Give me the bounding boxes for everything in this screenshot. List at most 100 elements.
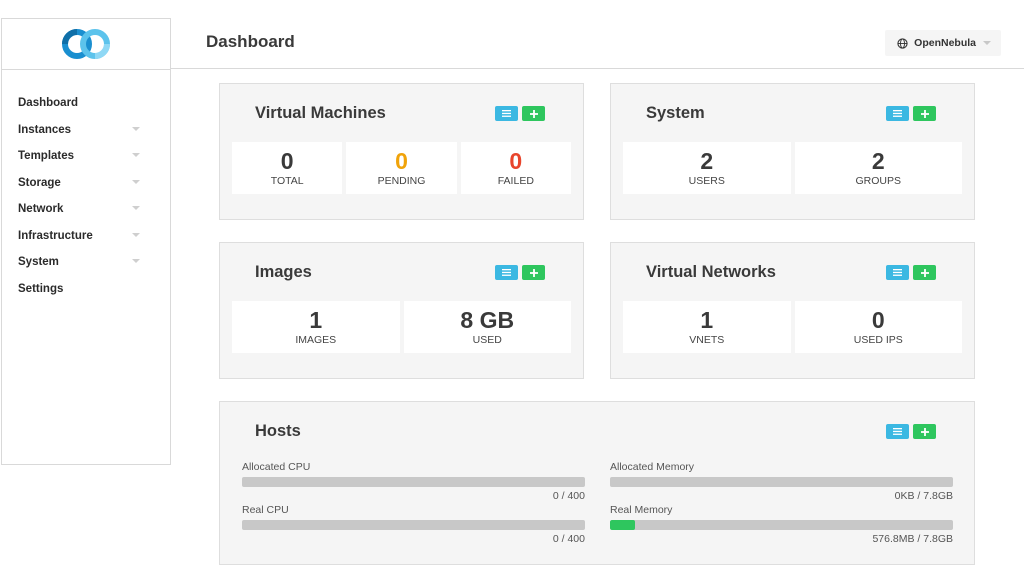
stat-value: 8 GB bbox=[460, 307, 515, 333]
zone-selector[interactable]: OpenNebula bbox=[885, 30, 1001, 56]
images-add-button[interactable] bbox=[522, 265, 545, 280]
meter-label: Allocated Memory bbox=[610, 461, 695, 473]
sidebar-item-label: Instances bbox=[18, 123, 72, 136]
vms-total-stat[interactable]: 0 TOTAL bbox=[232, 142, 343, 194]
meter-fill bbox=[610, 520, 635, 530]
sidebar-item-templates[interactable]: Templates bbox=[2, 147, 170, 174]
stat-value: 1 bbox=[309, 307, 323, 333]
vnets-list-button[interactable] bbox=[886, 265, 909, 280]
sidebar-item-network[interactable]: Network bbox=[2, 200, 170, 227]
vnets-count-stat[interactable]: 1 VNETS bbox=[623, 301, 791, 353]
images-actions bbox=[495, 265, 545, 280]
chevron-down-icon bbox=[132, 259, 140, 263]
sidebar-item-label: Storage bbox=[18, 176, 61, 189]
stat-label: USED bbox=[472, 334, 502, 346]
sidebar-nav: Dashboard Instances Templates Storage Ne… bbox=[2, 70, 170, 306]
images-list-button[interactable] bbox=[495, 265, 518, 280]
system-add-button[interactable] bbox=[913, 106, 936, 121]
vms-panel-title: Virtual Machines bbox=[255, 104, 386, 122]
images-count-stat[interactable]: 1 IMAGES bbox=[232, 301, 400, 353]
system-stats: 2 USERS 2 GROUPS bbox=[623, 142, 962, 194]
zone-label: OpenNebula bbox=[914, 37, 976, 49]
stat-label: VNETS bbox=[689, 334, 725, 346]
vms-add-button[interactable] bbox=[522, 106, 545, 121]
stat-value: 0 bbox=[871, 307, 885, 333]
stat-label: TOTAL bbox=[270, 175, 304, 187]
meter-value: 576.8MB / 7.8GB bbox=[872, 533, 953, 545]
list-icon bbox=[893, 269, 902, 276]
meter-label: Real CPU bbox=[242, 504, 289, 516]
stat-label: IMAGES bbox=[295, 334, 337, 346]
plus-icon bbox=[920, 427, 929, 436]
meter-value: 0 / 400 bbox=[552, 490, 585, 502]
sidebar-item-infrastructure[interactable]: Infrastructure bbox=[2, 227, 170, 254]
hosts-actions bbox=[886, 424, 936, 439]
vnets-add-button[interactable] bbox=[913, 265, 936, 280]
stat-value: 1 bbox=[700, 307, 714, 333]
hosts-list-button[interactable] bbox=[886, 424, 909, 439]
sidebar-item-label: Infrastructure bbox=[18, 229, 93, 242]
sidebar-item-dashboard[interactable]: Dashboard bbox=[2, 94, 170, 121]
meter-bar bbox=[242, 477, 585, 487]
vms-failed-stat[interactable]: 0 FAILED bbox=[460, 142, 571, 194]
images-stats: 1 IMAGES 8 GB USED bbox=[232, 301, 571, 353]
sidebar: Dashboard Instances Templates Storage Ne… bbox=[1, 18, 171, 465]
meter-value: 0KB / 7.8GB bbox=[894, 490, 953, 502]
allocated-memory-meter: Allocated Memory 0KB / 7.8GB bbox=[610, 461, 953, 502]
real-cpu-meter: Real CPU 0 / 400 bbox=[242, 504, 585, 545]
images-used-stat[interactable]: 8 GB USED bbox=[403, 301, 571, 353]
system-users-stat[interactable]: 2 USERS bbox=[623, 142, 791, 194]
page-title: Dashboard bbox=[206, 32, 295, 51]
vnets-used-ips-stat[interactable]: 0 USED IPs bbox=[794, 301, 962, 353]
sidebar-item-settings[interactable]: Settings bbox=[2, 280, 170, 307]
meter-label: Real Memory bbox=[610, 504, 673, 516]
logo-icon bbox=[62, 29, 110, 59]
system-panel-title: System bbox=[646, 104, 705, 122]
sidebar-item-label: Settings bbox=[18, 282, 64, 295]
chevron-down-icon bbox=[132, 179, 140, 184]
vms-actions bbox=[495, 106, 545, 121]
stat-value: 0 bbox=[509, 148, 523, 174]
meter-bar bbox=[242, 520, 585, 530]
app-root: Dashboard Instances Templates Storage Ne… bbox=[0, 0, 1024, 566]
sidebar-item-system[interactable]: System bbox=[2, 253, 170, 280]
system-panel: System 2 USERS 2 GROUPS bbox=[610, 83, 975, 220]
real-memory-meter: Real Memory 576.8MB / 7.8GB bbox=[610, 504, 953, 545]
stat-value: 0 bbox=[395, 148, 408, 174]
vnets-panel-title: Virtual Networks bbox=[646, 263, 776, 281]
sidebar-item-storage[interactable]: Storage bbox=[2, 174, 170, 201]
meter-bar bbox=[610, 477, 953, 487]
system-list-button[interactable] bbox=[886, 106, 909, 121]
system-groups-stat[interactable]: 2 GROUPS bbox=[794, 142, 962, 194]
hosts-add-button[interactable] bbox=[913, 424, 936, 439]
meter-bar bbox=[610, 520, 953, 530]
globe-icon bbox=[897, 37, 908, 49]
system-actions bbox=[886, 106, 936, 121]
sidebar-item-label: Templates bbox=[18, 150, 75, 162]
vms-panel: Virtual Machines 0 TOTAL 0 PENDING 0 FAI… bbox=[219, 83, 584, 220]
vnets-actions bbox=[886, 265, 936, 280]
chevron-down-icon bbox=[132, 153, 140, 157]
sidebar-item-instances[interactable]: Instances bbox=[2, 121, 170, 148]
vms-pending-stat[interactable]: 0 PENDING bbox=[346, 142, 457, 194]
stat-label: GROUPS bbox=[855, 175, 901, 187]
meter-value: 0 / 400 bbox=[552, 533, 585, 545]
opennebula-logo[interactable] bbox=[2, 19, 170, 70]
vms-list-button[interactable] bbox=[495, 106, 518, 121]
top-header: Dashboard OpenNebula bbox=[171, 18, 1024, 69]
plus-icon bbox=[920, 268, 929, 277]
chevron-down-icon bbox=[983, 41, 991, 45]
stat-value: 2 bbox=[700, 148, 714, 174]
stat-label: PENDING bbox=[377, 175, 426, 187]
stat-label: USERS bbox=[688, 175, 725, 187]
sidebar-item-label: System bbox=[18, 256, 59, 268]
list-icon bbox=[893, 428, 902, 435]
list-icon bbox=[502, 110, 511, 117]
sidebar-item-label: Dashboard bbox=[18, 97, 79, 109]
vnets-stats: 1 VNETS 0 USED IPs bbox=[623, 301, 962, 353]
list-icon bbox=[893, 110, 902, 117]
chevron-down-icon bbox=[132, 232, 140, 237]
stat-label: FAILED bbox=[497, 175, 534, 187]
chevron-down-icon bbox=[132, 126, 140, 131]
images-panel: Images 1 IMAGES 8 GB USED bbox=[219, 242, 584, 379]
